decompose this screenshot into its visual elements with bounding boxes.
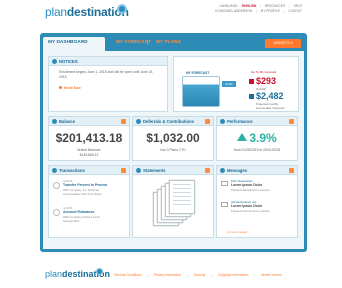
brand-swirl-icon [117, 4, 127, 14]
vested-value: $145,888.12 [79, 153, 99, 157]
balance-panel[interactable]: Balance $201,413.18 Vested Balance: $145… [48, 116, 130, 161]
resources-link[interactable]: RESOURCES [265, 4, 285, 8]
expand-icon[interactable] [205, 168, 210, 173]
performance-icon [220, 119, 225, 124]
footer-links: General Conditions | Privacy Information… [114, 273, 282, 277]
forecast-gauge [182, 76, 220, 107]
vested-label: Vested Balance: [76, 148, 102, 152]
copyright-link[interactable]: Copyright Information [218, 273, 248, 277]
messages-panel[interactable]: Messages Plan Destination Lorem Ipsum Do… [216, 165, 298, 238]
expand-icon[interactable] [205, 119, 210, 124]
notices-panel: NOTICES Enrollment begins June 1, 2015 a… [48, 56, 168, 112]
shortfall-swatch [249, 79, 254, 84]
privacy-link[interactable]: Privacy Information [154, 273, 181, 277]
language-label: LANGUAGE: [219, 4, 239, 8]
statements-panel[interactable]: Statements [132, 165, 214, 238]
projected-swatch [249, 94, 254, 99]
go-to-forecast-link[interactable]: Go To My Forecast [251, 70, 276, 74]
main-tabs: MY DASHBOARD MY FORECAST | MY PLANS WIDG… [43, 37, 305, 51]
mobile-version-link[interactable]: Mobile Version [261, 273, 282, 277]
statements-title: Statements [143, 168, 166, 173]
dashboard-shell: MY DASHBOARD MY FORECAST | MY PLANS WIDG… [40, 33, 307, 252]
goal-badge: GOAL [222, 81, 236, 87]
transaction-icon [53, 209, 60, 216]
notice-text: Enrollment begins June 1, 2015 and will … [59, 70, 154, 79]
list-item[interactable]: Plan Destination Lorem Ipsum Dolor Praes… [221, 179, 295, 199]
transactions-icon [52, 168, 57, 173]
performance-title: Performance [227, 119, 253, 124]
performance-value: 3.9% [249, 131, 277, 145]
tab-my-plans[interactable]: MY PLANS [151, 37, 186, 49]
deferrals-title: Deferrals & Contributions [143, 119, 194, 124]
balance-icon [52, 119, 57, 124]
language-select[interactable]: ENGLISH [242, 4, 256, 8]
expand-icon[interactable] [289, 168, 294, 173]
my-profile-link[interactable]: MY PROFILE [261, 9, 280, 13]
messages-title: Messages [227, 168, 248, 173]
expand-icon[interactable] [289, 119, 294, 124]
tab-my-dashboard[interactable]: MY DASHBOARD [43, 37, 105, 51]
deferrals-value: $1,032.00 [146, 131, 200, 145]
widgets-button[interactable]: WIDGETS ▾ [265, 39, 301, 48]
forecast-title: MY FORECAST [186, 71, 210, 75]
list-item[interactable]: 4/13/15 Transfer Percent to Percent ABC … [53, 179, 127, 205]
statement-documents-icon[interactable] [153, 180, 197, 230]
projected-value: $2,482 [256, 91, 284, 101]
list-item[interactable]: 4/13/15 Account Rebalance ABC Company De… [53, 206, 127, 232]
help-link[interactable]: HELP [294, 4, 302, 8]
deferrals-panel[interactable]: Deferrals & Contributions $1,032.00 into… [132, 116, 214, 161]
deferrals-icon [136, 119, 141, 124]
expand-icon[interactable] [121, 168, 126, 173]
logout-link[interactable]: LOGOUT [289, 9, 302, 13]
list-item[interactable]: plandestination.org Lorem Ipsum Dolor Pr… [221, 200, 295, 220]
tab-my-forecast[interactable]: MY FORECAST [111, 37, 156, 49]
enroll-now-link[interactable]: Enroll Now [59, 86, 81, 90]
performance-range: from 01/28/2015 to 05/01/2015 [233, 148, 281, 152]
bullet-icon [59, 86, 62, 89]
utility-links: LANGUAGE: ENGLISH | RESOURCES | HELP HI … [215, 4, 302, 13]
top-bar: plandestination LANGUAGE: ENGLISH | RESO… [0, 0, 342, 24]
dashboard-content: NOTICES Enrollment begins June 1, 2015 a… [43, 51, 304, 249]
notices-header: NOTICES [49, 57, 167, 66]
statements-icon [136, 168, 141, 173]
transaction-icon [53, 182, 60, 189]
shortfall-value: $293 [256, 76, 277, 86]
greeting: HI MICHAEL ANDERSON [215, 9, 253, 13]
brand-swirl-icon [96, 268, 103, 275]
envelope-icon [221, 202, 228, 207]
envelope-icon [221, 181, 228, 186]
expand-icon[interactable] [121, 119, 126, 124]
performance-panel[interactable]: Performance 3.9% from 01/28/2015 to 05/0… [216, 116, 298, 161]
transactions-panel[interactable]: Transactions 4/13/15 Transfer Percent to… [48, 165, 130, 238]
up-arrow-icon [237, 133, 248, 141]
more-messages-link[interactable]: 2 more unread [227, 230, 247, 234]
balance-title: Balance [59, 119, 76, 124]
general-conditions-link[interactable]: General Conditions [114, 273, 141, 277]
deferrals-sub: into 3 Plans YTD [160, 148, 186, 152]
projected-label-2: income after retirement [256, 105, 285, 110]
security-link[interactable]: Security [194, 273, 206, 277]
notice-icon [52, 59, 57, 64]
forecast-panel: MY FORECAST GOAL Go To My Forecast $293 … [173, 56, 299, 112]
balance-value: $201,413.18 [55, 131, 123, 145]
messages-icon [220, 168, 225, 173]
transactions-title: Transactions [59, 168, 85, 173]
